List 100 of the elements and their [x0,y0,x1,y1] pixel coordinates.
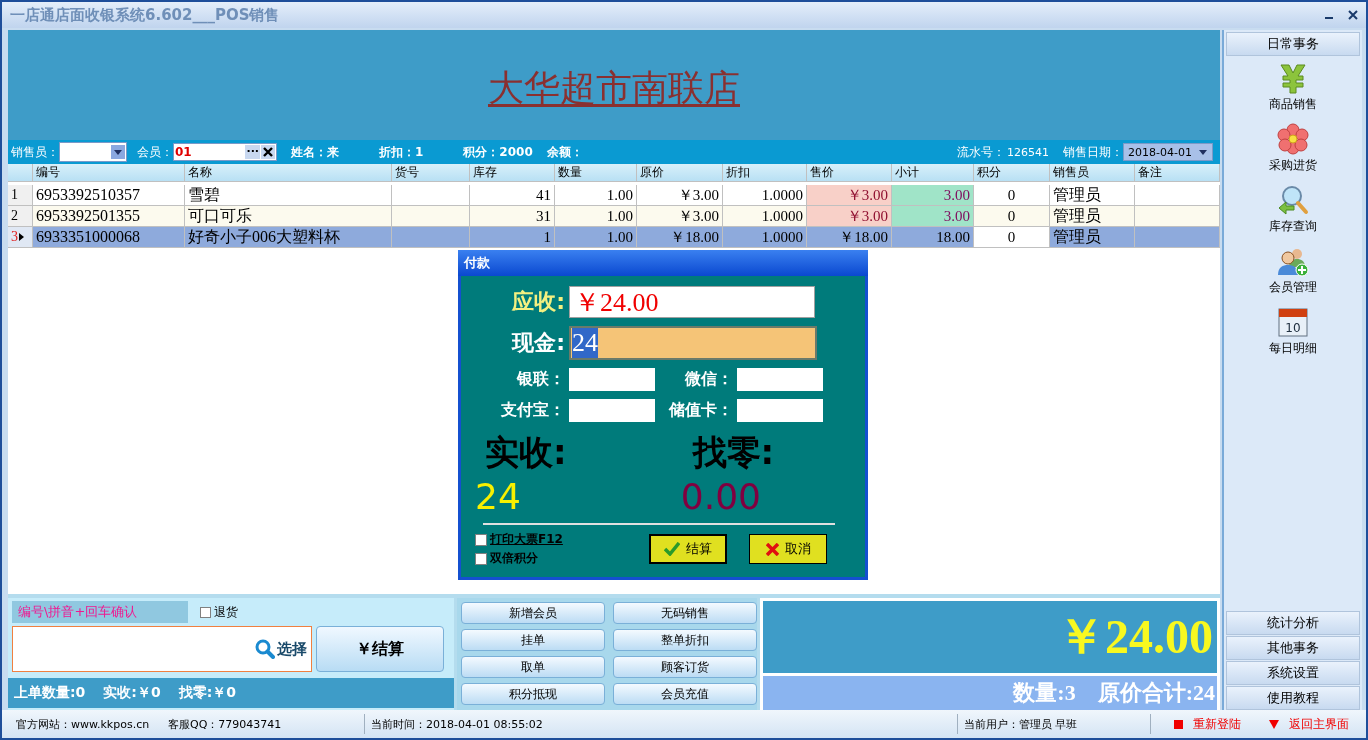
total-quantity: 数量:3 [1013,679,1076,707]
table-cell: ￥3.00 [807,206,892,227]
search-icon [255,639,275,659]
table-cell: 6953392501355 [33,206,185,227]
magnifier-arrow-icon[interactable] [1277,184,1309,216]
sidebar-item-label[interactable]: 每日明细 [1269,340,1317,357]
select-button[interactable]: 选择 [255,639,307,659]
row-number[interactable]: 3 [8,227,33,248]
column-header[interactable]: 名称 [185,164,392,182]
sidebar-button[interactable]: 使用教程 [1226,686,1360,710]
close-icon [765,542,779,556]
table-corner [8,164,33,182]
column-header[interactable]: 数量 [555,164,637,182]
action-button[interactable]: 会员充值 [613,683,757,705]
current-time: 当前时间：2018-04-01 08:55:02 [370,716,544,732]
checkbox[interactable] [475,552,487,565]
browse-button[interactable]: ··· [245,145,260,159]
column-header[interactable]: 小计 [892,164,974,182]
column-header[interactable]: 货号 [392,164,470,182]
table-cell: 3.00 [892,185,974,206]
checkbox[interactable] [200,606,211,618]
sidebar-header-button[interactable]: 日常事务 [1226,32,1360,56]
table-cell: ￥3.00 [637,206,723,227]
table-cell: 1.0000 [723,206,807,227]
dialog-title: 付款 [464,254,490,272]
table-cell: 18.00 [892,227,974,248]
due-amount-field: ￥24.00 [569,286,815,318]
action-button[interactable]: 整单折扣 [613,629,757,651]
column-header[interactable]: 编号 [33,164,185,182]
serial-label: 流水号： [957,143,1006,161]
column-header[interactable]: 销售员 [1050,164,1135,182]
sidebar-button[interactable]: 其他事务 [1226,636,1360,660]
date-dropdown[interactable]: 2018-04-01 [1123,143,1213,161]
table-cell: 好奇小子006大塑料杯 [185,227,392,248]
window-title: 一店通店面收银系统6.602___POS销售 [10,5,280,25]
action-button[interactable]: 新增会员 [461,602,605,624]
barcode-input[interactable]: 选择 [12,626,312,672]
payment-method-label: 支付宝： [500,400,565,421]
checkbox[interactable] [475,533,487,546]
cash-label: 现金: [510,329,565,357]
confirm-button[interactable]: 结算 [649,534,727,564]
cancel-button[interactable]: 取消 [749,534,827,564]
table-cell: ￥3.00 [807,185,892,206]
member-label: 会员： [137,143,173,161]
row-number[interactable]: 1 [8,185,33,206]
website-text: 官方网站：www.kkpos.cn [15,716,151,732]
action-button[interactable]: 积分抵现 [461,683,605,705]
checkout-button[interactable]: ￥结算 [316,626,444,672]
payment-method-label: 微信： [684,369,733,390]
sidebar-item-label[interactable]: 采购进货 [1269,157,1317,174]
action-button[interactable]: 无码销售 [613,602,757,624]
payment-amount-input[interactable] [569,399,655,422]
action-button[interactable]: 挂单 [461,629,605,651]
relogin-link[interactable]: 重新登陆 [1151,715,1263,733]
calendar-icon[interactable]: 10 [1277,306,1309,338]
member-name: 姓名：来 [291,143,339,161]
table-cell: ￥18.00 [637,227,723,248]
table-cell: 0 [974,227,1050,248]
sidebar-item-label[interactable]: 商品销售 [1269,96,1317,113]
table-cell: 1.0000 [723,227,807,248]
column-header[interactable]: 积分 [974,164,1050,182]
return-label: 退货 [214,603,238,621]
flower-icon[interactable] [1277,123,1309,155]
payment-amount-input[interactable] [737,368,823,391]
action-button[interactable]: 取单 [461,656,605,678]
column-header[interactable]: 折扣 [723,164,807,182]
balance-label: 余额： [546,143,583,161]
column-header[interactable]: 原价 [637,164,723,182]
last-quantity: 上单数量:0 [14,684,86,702]
date-label: 销售日期： [1063,143,1124,161]
table-cell: 31 [470,206,555,227]
column-header[interactable]: 售价 [807,164,892,182]
dropdown-arrow-icon [1198,147,1208,157]
payment-amount-input[interactable] [569,368,655,391]
table-cell: 1.00 [555,227,637,248]
sidebar-item-label[interactable]: 会员管理 [1269,279,1317,296]
change-amount: 0.00 [680,476,761,517]
change-label: 找零: [692,431,775,474]
original-total: 原价合计:24 [1097,679,1215,707]
payment-method-label: 储值卡： [667,400,733,421]
member-field[interactable]: 01 ··· [173,143,277,161]
column-header[interactable]: 库存 [470,164,555,182]
stop-icon [1173,719,1183,729]
payment-amount-input[interactable] [737,399,823,422]
clear-icon[interactable] [261,145,275,159]
down-triangle-icon [1269,719,1279,729]
salesperson-dropdown[interactable] [59,142,127,162]
action-button[interactable]: 顾客订货 [613,656,757,678]
close-icon[interactable] [1348,10,1358,20]
column-header[interactable]: 备注 [1135,164,1220,182]
row-number[interactable]: 2 [8,206,33,227]
home-link[interactable]: 返回主界面 [1263,715,1355,733]
sidebar-button[interactable]: 系统设置 [1226,661,1360,685]
cash-input[interactable]: 24 [569,326,817,360]
sidebar-button[interactable]: 统计分析 [1226,611,1360,635]
yen-icon[interactable] [1279,64,1307,94]
current-row-icon [19,233,24,241]
table-cell: 管理员 [1050,206,1135,227]
table-cell: 可口可乐 [185,206,392,227]
sidebar-item-label[interactable]: 库存查询 [1269,218,1317,235]
